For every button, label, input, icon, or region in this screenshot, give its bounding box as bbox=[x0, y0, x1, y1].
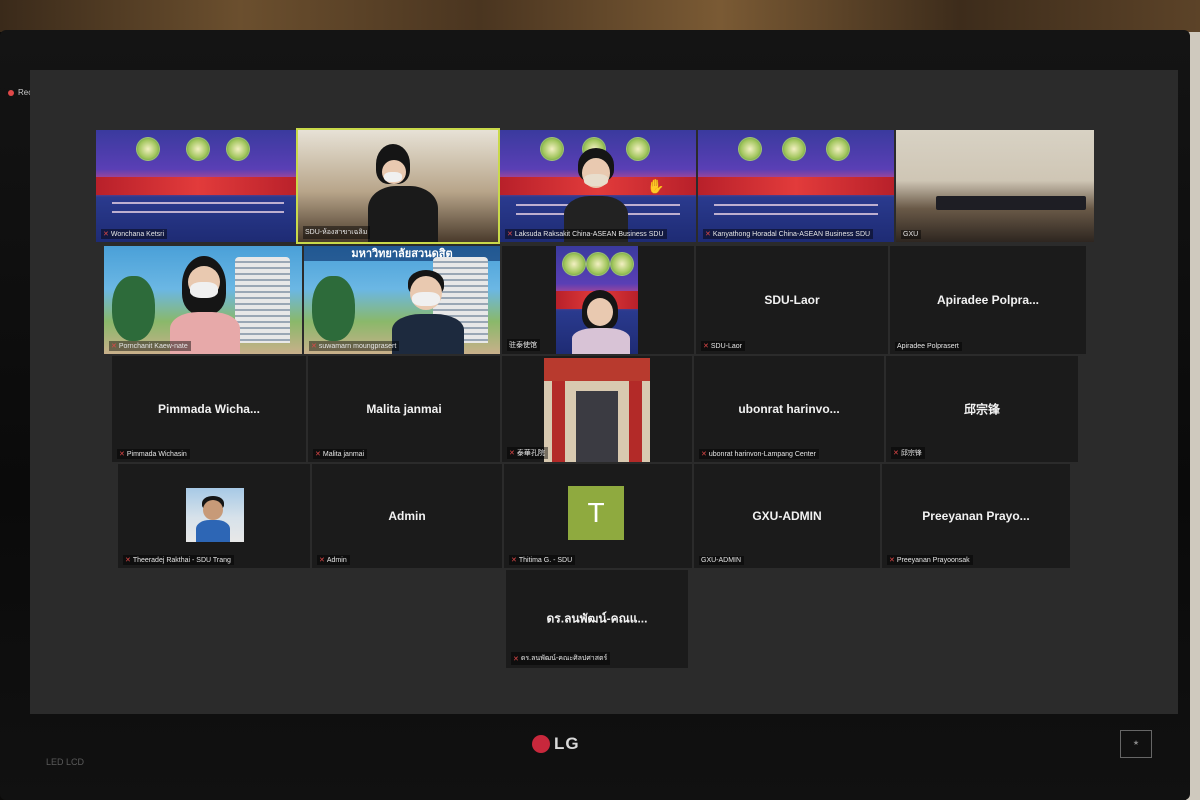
participant-video-person bbox=[368, 144, 458, 242]
participant-name-label: ✕ Preeyanan Prayoonsak bbox=[887, 555, 973, 565]
microphone-muted-icon: ✕ bbox=[125, 557, 131, 564]
participant-video-person bbox=[170, 256, 246, 354]
participant-name-label: ✕ Theeradej Rakthai - SDU Trang bbox=[123, 555, 234, 565]
participant-name-label: ✕ ดร.ลนพัฒน์-คณะศิลปศาสตร์ bbox=[511, 652, 611, 665]
microphone-muted-icon: ✕ bbox=[701, 451, 707, 458]
participant-video-person bbox=[564, 148, 630, 242]
microphone-muted-icon: ✕ bbox=[111, 343, 117, 350]
microphone-muted-icon: ✕ bbox=[103, 231, 109, 238]
participant-name-label: ✕ Malita janmai bbox=[313, 449, 368, 459]
participant-name-label: ✕ Pimmada Wichasin bbox=[117, 449, 190, 459]
microphone-muted-icon: ✕ bbox=[893, 450, 899, 457]
energy-star-icon: ★ bbox=[1120, 730, 1152, 758]
participant-profile-photo bbox=[186, 488, 244, 542]
participant-tile-theeradej[interactable]: ✕ Theeradej Rakthai - SDU Trang bbox=[118, 464, 310, 568]
microphone-muted-icon: ✕ bbox=[311, 343, 317, 350]
microphone-muted-icon: ✕ bbox=[507, 231, 513, 238]
microphone-muted-icon: ✕ bbox=[705, 231, 711, 238]
participant-name-label: ✕ Admin bbox=[317, 555, 350, 565]
participant-tile-sdu-room[interactable]: SDU-ห้องสาขาเฉลิม bbox=[296, 128, 500, 244]
participant-name-label: ✕ Wonchana Ketsri bbox=[101, 229, 168, 239]
participant-name-label: GXU-ADMIN bbox=[699, 556, 745, 565]
participant-tile-pornchanit[interactable]: ✕ Pornchanit Kaew-nate bbox=[104, 246, 302, 354]
background-wall bbox=[0, 0, 1200, 32]
monitor-brand-logo: LG bbox=[532, 734, 580, 754]
lg-logo-icon bbox=[532, 735, 550, 753]
participant-name-label: ✕ suwamarn moungprasert bbox=[309, 341, 400, 351]
participant-tile-malita[interactable]: Malita janmai ✕ Malita janmai bbox=[308, 356, 500, 462]
participant-display-name: ดร.ลนพัฒน์-คณแ... bbox=[546, 611, 648, 626]
participant-video-person bbox=[572, 290, 630, 354]
microphone-muted-icon: ✕ bbox=[119, 451, 125, 458]
participant-tile-laksuda[interactable]: ✕ Laksuda Raksakit China-ASEAN Business … bbox=[500, 130, 696, 242]
participant-tile-suwamarn[interactable]: มหาวิทยาลัยสวนดุสิต ✕ suwamarn moungpras… bbox=[304, 246, 500, 354]
participant-tile-wonchana[interactable]: ✕ Wonchana Ketsri bbox=[96, 130, 300, 242]
participant-name-label: GXU bbox=[901, 230, 922, 239]
video-feed-banner bbox=[698, 130, 894, 242]
microphone-muted-icon: ✕ bbox=[509, 450, 515, 457]
participant-tile-gxu-admin[interactable]: GXU-ADMIN GXU-ADMIN bbox=[694, 464, 880, 568]
microphone-muted-icon: ✕ bbox=[511, 557, 517, 564]
participant-display-name: Pimmada Wicha... bbox=[158, 402, 260, 416]
microphone-muted-icon: ✕ bbox=[513, 655, 519, 663]
participant-name-label: ✕ Laksuda Raksakit China-ASEAN Business … bbox=[505, 229, 667, 239]
participant-tile-preeyanan[interactable]: Preeyanan Prayo... ✕ Preeyanan Prayoonsa… bbox=[882, 464, 1070, 568]
participant-tile-pimmada[interactable]: Pimmada Wicha... ✕ Pimmada Wichasin bbox=[112, 356, 306, 462]
participant-tile-qiu[interactable]: 邱宗锋 ✕ 邱宗锋 bbox=[886, 356, 1078, 462]
participant-name-label: ✕ 泰華孔院 bbox=[507, 447, 548, 459]
participant-name-label: 驻泰使馆 bbox=[507, 339, 540, 351]
recording-dot-icon bbox=[8, 89, 14, 96]
zoom-gallery-view: ✕ Wonchana Ketsri SDU-ห้องสาขาเฉลิม ✕ La… bbox=[30, 70, 1178, 714]
participant-display-name: SDU-Laor bbox=[764, 293, 820, 307]
participant-name-label: ✕ ubonrat harinvon-Lampang Center bbox=[699, 449, 819, 459]
raise-hand-icon: ✋ bbox=[647, 178, 665, 194]
video-feed-conference-hall bbox=[896, 130, 1094, 242]
participant-tile-admin[interactable]: Admin ✕ Admin bbox=[312, 464, 502, 568]
participant-name-label: ✕ Pornchanit Kaew-nate bbox=[109, 341, 191, 351]
participant-tile-apiradee[interactable]: Apiradee Polpra... Apiradee Polprasert bbox=[890, 246, 1086, 354]
participant-tile-consulate[interactable]: 驻泰使馆 bbox=[502, 246, 694, 354]
microphone-muted-icon: ✕ bbox=[315, 451, 321, 458]
participant-display-name: 邱宗锋 bbox=[963, 402, 1000, 417]
video-feed-building-gate bbox=[544, 358, 650, 462]
participant-tile-ubonrat[interactable]: ubonrat harinvo... ✕ ubonrat harinvon-La… bbox=[694, 356, 884, 462]
participant-tile-dr-thai[interactable]: ดร.ลนพัฒน์-คณแ... ✕ ดร.ลนพัฒน์-คณะศิลปศา… bbox=[506, 570, 688, 668]
monitor-model-label: LED LCD bbox=[46, 757, 85, 767]
participant-tile-confucius[interactable]: ✕ 泰華孔院 bbox=[502, 356, 692, 462]
participant-display-name: Malita janmai bbox=[366, 402, 442, 416]
participant-name-label: ✕ Thitima G. - SDU bbox=[509, 555, 576, 565]
video-feed-banner bbox=[96, 130, 300, 242]
participant-tile-thitima[interactable]: T ✕ Thitima G. - SDU bbox=[504, 464, 692, 568]
participant-name-label: ✕ Kanyathong Horadal China-ASEAN Busines… bbox=[703, 229, 874, 239]
participant-display-name: GXU-ADMIN bbox=[752, 509, 822, 523]
participant-display-name: Apiradee Polpra... bbox=[936, 293, 1040, 307]
participant-name-label: ✕ 邱宗锋 bbox=[891, 447, 925, 459]
participant-tile-sdu-laor[interactable]: SDU-Laor ✕ SDU-Laor bbox=[696, 246, 888, 354]
participant-display-name: Admin bbox=[388, 509, 426, 523]
microphone-muted-icon: ✕ bbox=[889, 557, 895, 564]
participant-display-name: Preeyanan Prayo... bbox=[922, 509, 1030, 523]
participant-name-label: Apiradee Polprasert bbox=[895, 342, 962, 351]
participant-display-name: ubonrat harinvo... bbox=[738, 402, 840, 416]
participant-tile-kanyathong[interactable]: ✕ Kanyathong Horadal China-ASEAN Busines… bbox=[698, 130, 894, 242]
avatar: T bbox=[568, 486, 624, 540]
microphone-muted-icon: ✕ bbox=[703, 343, 709, 350]
participant-name-label: SDU-ห้องสาขาเฉลิม bbox=[303, 226, 371, 239]
conference-table bbox=[936, 196, 1086, 210]
microphone-muted-icon: ✕ bbox=[319, 557, 325, 564]
participant-video-person bbox=[392, 270, 464, 354]
participant-name-label: ✕ SDU-Laor bbox=[701, 341, 745, 351]
participant-tile-gxu[interactable]: GXU bbox=[896, 130, 1094, 242]
